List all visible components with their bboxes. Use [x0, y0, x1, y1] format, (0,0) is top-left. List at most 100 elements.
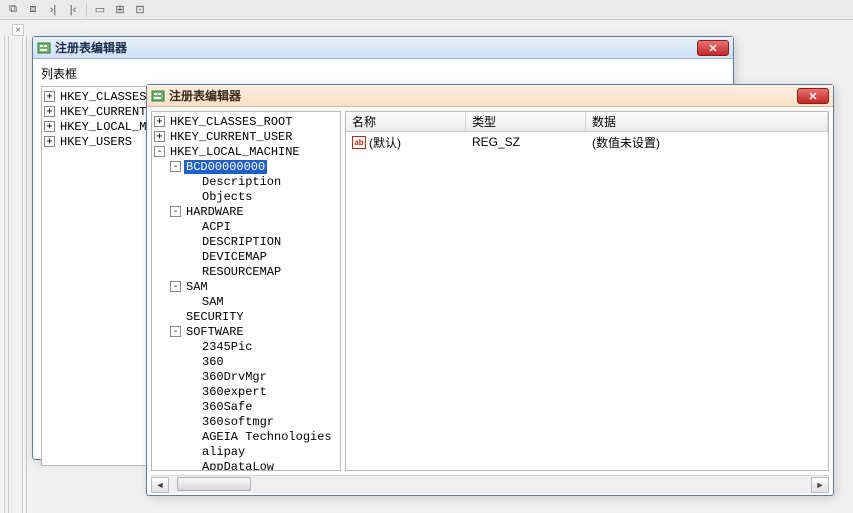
- tree-node-label[interactable]: SOFTWARE: [184, 325, 246, 339]
- tree-leaf-spacer: [186, 221, 197, 232]
- tree-node-label[interactable]: alipay: [200, 445, 247, 459]
- tree-node[interactable]: alipay: [154, 444, 338, 459]
- tree-node[interactable]: AppDataLow: [154, 459, 338, 471]
- tree-node-label[interactable]: Objects: [200, 190, 254, 204]
- tree-node-label[interactable]: HKEY_LOCAL_MA: [58, 120, 156, 134]
- ruler-line: [22, 36, 23, 513]
- tree-view[interactable]: +HKEY_CLASSES_ROOT+HKEY_CURRENT_USER-HKE…: [151, 111, 341, 471]
- tree-node-label[interactable]: 2345Pic: [200, 340, 254, 354]
- scroll-track[interactable]: [169, 477, 811, 493]
- tree-node-label[interactable]: DESCRIPTION: [200, 235, 283, 249]
- tree-node-label[interactable]: HKEY_CURRENT_USER: [168, 130, 294, 144]
- col-header-name[interactable]: 名称: [346, 112, 466, 131]
- tool-icon-2[interactable]: ⧈: [26, 3, 40, 17]
- tree-node[interactable]: 360softmgr: [154, 414, 338, 429]
- value-list[interactable]: 名称 类型 数据 ab(默认)REG_SZ(数值未设置): [345, 111, 829, 471]
- tree-node-label[interactable]: Description: [200, 175, 283, 189]
- tree-node[interactable]: AGEIA Technologies: [154, 429, 338, 444]
- tree-node-label[interactable]: HKEY_LOCAL_MACHINE: [168, 145, 302, 159]
- tool-icon-4[interactable]: |‹: [66, 3, 80, 17]
- tree-node-label[interactable]: SAM: [200, 295, 226, 309]
- expand-icon[interactable]: +: [44, 136, 55, 147]
- collapse-icon[interactable]: -: [170, 161, 181, 172]
- collapse-icon[interactable]: -: [170, 326, 181, 337]
- tree-node[interactable]: DEVICEMAP: [154, 249, 338, 264]
- tree-node-label[interactable]: HARDWARE: [184, 205, 246, 219]
- tree-node-label[interactable]: 360DrvMgr: [200, 370, 269, 384]
- scroll-left-button[interactable]: ◄: [151, 477, 169, 493]
- tool-icon-3[interactable]: ›|: [46, 3, 60, 17]
- tree-node[interactable]: Description: [154, 174, 338, 189]
- tree-node-label[interactable]: AGEIA Technologies: [200, 430, 334, 444]
- tree-node[interactable]: -HARDWARE: [154, 204, 338, 219]
- list-row[interactable]: ab(默认)REG_SZ(数值未设置): [346, 132, 828, 152]
- tool-icon-7[interactable]: ⊡: [133, 3, 147, 17]
- tree-node-label[interactable]: RESOURCEMAP: [200, 265, 283, 279]
- scroll-right-button[interactable]: ►: [811, 477, 829, 493]
- cell-type: REG_SZ: [466, 135, 586, 149]
- tree-leaf-spacer: [186, 386, 197, 397]
- tree-node[interactable]: 2345Pic: [154, 339, 338, 354]
- tree-node-label[interactable]: 360expert: [200, 385, 269, 399]
- tree-node-label[interactable]: DEVICEMAP: [200, 250, 269, 264]
- tree-node[interactable]: 360DrvMgr: [154, 369, 338, 384]
- close-button[interactable]: [797, 88, 829, 104]
- collapse-icon[interactable]: -: [170, 281, 181, 292]
- tree-node[interactable]: DESCRIPTION: [154, 234, 338, 249]
- tree-node[interactable]: 360: [154, 354, 338, 369]
- tree-node[interactable]: 360expert: [154, 384, 338, 399]
- tree-node[interactable]: -HKEY_LOCAL_MACHINE: [154, 144, 338, 159]
- tree-node-label[interactable]: SECURITY: [184, 310, 246, 324]
- titlebar[interactable]: 注册表编辑器: [33, 37, 733, 59]
- tool-icon-1[interactable]: ⧉: [6, 3, 20, 17]
- col-header-data[interactable]: 数据: [586, 112, 828, 131]
- value-name: (默认): [369, 134, 401, 151]
- tree-node-label[interactable]: 360: [200, 355, 226, 369]
- tree-node-label[interactable]: ACPI: [200, 220, 233, 234]
- tree-node-label[interactable]: 360Safe: [200, 400, 254, 414]
- tree-node-label[interactable]: HKEY_CLASSES_: [58, 90, 156, 104]
- tree-leaf-spacer: [186, 251, 197, 262]
- expand-icon[interactable]: +: [154, 131, 165, 142]
- tree-leaf-spacer: [186, 236, 197, 247]
- tree-node-label[interactable]: HKEY_CLASSES_ROOT: [168, 115, 294, 129]
- column-headers: 名称 类型 数据: [346, 112, 828, 132]
- col-header-type[interactable]: 类型: [466, 112, 586, 131]
- tree-leaf-spacer: [186, 176, 197, 187]
- tree-node-label[interactable]: SAM: [184, 280, 210, 294]
- tree-node-label[interactable]: BCD00000000: [184, 160, 267, 174]
- tree-node[interactable]: -BCD00000000: [154, 159, 338, 174]
- tree-node-label[interactable]: AppDataLow: [200, 460, 276, 472]
- scroll-thumb[interactable]: [177, 477, 251, 491]
- panel-close-button[interactable]: ×: [12, 24, 24, 36]
- tree-leaf-spacer: [186, 416, 197, 427]
- tree-node-label[interactable]: HKEY_USERS: [58, 135, 134, 149]
- tree-leaf-spacer: [186, 191, 197, 202]
- tree-node[interactable]: Objects: [154, 189, 338, 204]
- close-button[interactable]: [697, 40, 729, 56]
- tree-node[interactable]: SECURITY: [154, 309, 338, 324]
- collapse-icon[interactable]: -: [170, 206, 181, 217]
- tree-node[interactable]: RESOURCEMAP: [154, 264, 338, 279]
- expand-icon[interactable]: +: [154, 116, 165, 127]
- horizontal-scrollbar[interactable]: ◄ ►: [151, 475, 829, 493]
- tree-node[interactable]: ACPI: [154, 219, 338, 234]
- expand-icon[interactable]: +: [44, 121, 55, 132]
- tree-node-label[interactable]: HKEY_CURRENT_: [58, 105, 156, 119]
- tree-node-label[interactable]: 360softmgr: [200, 415, 276, 429]
- collapse-icon[interactable]: -: [154, 146, 165, 157]
- tree-node[interactable]: +HKEY_CLASSES_ROOT: [154, 114, 338, 129]
- tool-icon-6[interactable]: ⊞: [113, 3, 127, 17]
- tool-icon-5[interactable]: ▭: [93, 3, 107, 17]
- tree-leaf-spacer: [186, 431, 197, 442]
- tree-leaf-spacer: [186, 266, 197, 277]
- expand-icon[interactable]: +: [44, 91, 55, 102]
- tree-node[interactable]: 360Safe: [154, 399, 338, 414]
- titlebar[interactable]: 注册表编辑器: [147, 85, 833, 107]
- window-title: 注册表编辑器: [169, 87, 797, 104]
- tree-node[interactable]: SAM: [154, 294, 338, 309]
- expand-icon[interactable]: +: [44, 106, 55, 117]
- tree-node[interactable]: -SAM: [154, 279, 338, 294]
- tree-node[interactable]: -SOFTWARE: [154, 324, 338, 339]
- tree-node[interactable]: +HKEY_CURRENT_USER: [154, 129, 338, 144]
